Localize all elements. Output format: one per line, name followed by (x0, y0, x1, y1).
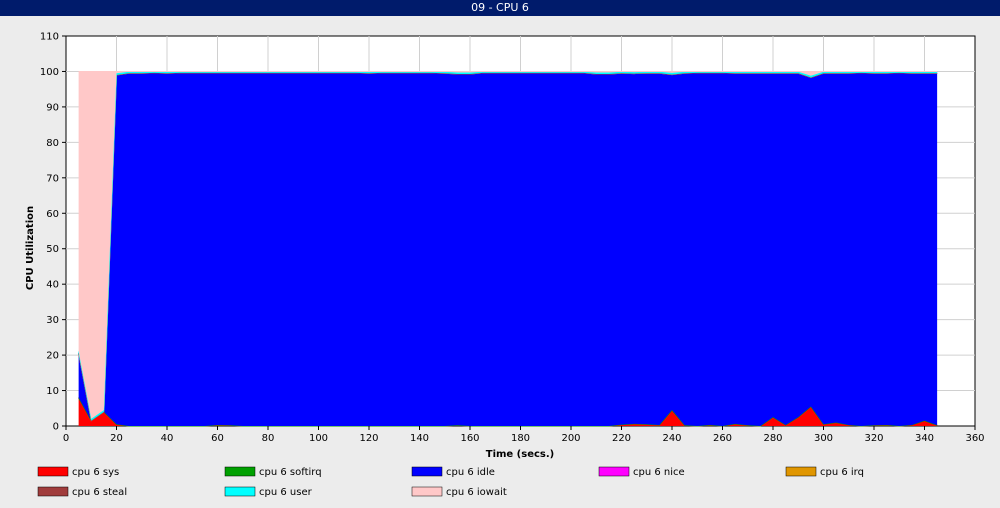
legend-label-cpu-6-idle: cpu 6 idle (446, 467, 495, 478)
x-tick-label: 120 (359, 433, 378, 444)
legend-label-cpu-6-sys: cpu 6 sys (72, 467, 119, 478)
x-tick-label: 340 (915, 433, 934, 444)
x-tick-label: 80 (262, 433, 275, 444)
legend-swatch-cpu-6-softirq (224, 466, 256, 477)
y-tick-label: 10 (46, 386, 59, 397)
x-tick-label: 140 (410, 433, 429, 444)
legend-label-cpu-6-iowait: cpu 6 iowait (446, 487, 507, 498)
y-tick-label: 0 (53, 422, 59, 433)
x-tick-label: 260 (713, 433, 732, 444)
x-tick-label: 200 (561, 433, 580, 444)
y-tick-label: 40 (46, 280, 59, 291)
x-tick-label: 180 (511, 433, 530, 444)
legend-swatch-cpu-6-user (224, 486, 256, 497)
y-tick-label: 90 (46, 102, 59, 113)
y-tick-label: 20 (46, 351, 59, 362)
y-tick-label: 70 (46, 173, 59, 184)
legend-label-cpu-6-softirq: cpu 6 softirq (259, 467, 322, 478)
window-title: 09 - CPU 6 (471, 1, 529, 14)
y-axis: 0 10 20 30 40 50 60 70 80 90 100 110 (40, 32, 66, 433)
legend-label-cpu-6-nice: cpu 6 nice (633, 467, 685, 478)
cpu-utilization-chart: 0 10 20 30 40 50 60 70 80 90 100 110 0 20 40 60 80 100 12… (25, 32, 985, 499)
x-tick-label: 40 (161, 433, 174, 444)
y-tick-label: 30 (46, 315, 59, 326)
y-tick-label: 80 (46, 138, 59, 149)
x-tick-label: 360 (965, 433, 984, 444)
series-areas (78, 70, 938, 427)
window-title-bar: 09 - CPU 6 (0, 0, 1000, 16)
legend-label-cpu-6-irq: cpu 6 irq (820, 467, 864, 478)
chart-panel: 0 10 20 30 40 50 60 70 80 90 100 110 0 20 40 60 80 100 12… (0, 16, 1000, 504)
x-tick-label: 160 (460, 433, 479, 444)
legend-label-cpu-6-steal: cpu 6 steal (72, 487, 127, 498)
x-axis-label: Time (secs.) (486, 449, 555, 460)
x-tick-label: 240 (662, 433, 681, 444)
legend: cpu 6 sys cpu 6 softirq cpu 6 idle cpu 6 ni… (37, 466, 864, 498)
x-tick-label: 280 (763, 433, 782, 444)
legend-swatch-cpu-6-nice (598, 466, 630, 477)
y-tick-label: 60 (46, 209, 59, 220)
y-tick-label: 110 (40, 32, 59, 43)
legend-swatch-cpu-6-steal (37, 486, 69, 497)
x-tick-label: 60 (211, 433, 224, 444)
x-axis: 0 20 40 60 80 100 120 140 160 180 200 220 240 260 280 3… (63, 426, 985, 444)
legend-swatch-cpu-6-sys (37, 466, 69, 477)
legend-swatch-cpu-6-irq (785, 466, 817, 477)
y-tick-label: 50 (46, 244, 59, 255)
legend-swatch-cpu-6-idle (411, 466, 443, 477)
area-cpu-6-idle (78, 72, 938, 426)
y-axis-label: CPU Utilization (25, 206, 36, 290)
y-tick-label: 100 (40, 67, 59, 78)
x-tick-label: 20 (110, 433, 123, 444)
legend-swatch-cpu-6-iowait (411, 486, 443, 497)
x-tick-label: 0 (63, 433, 69, 444)
legend-label-cpu-6-user: cpu 6 user (259, 487, 313, 498)
x-tick-label: 100 (309, 433, 328, 444)
x-tick-label: 300 (814, 433, 833, 444)
x-tick-label: 220 (612, 433, 631, 444)
x-tick-label: 320 (864, 433, 883, 444)
